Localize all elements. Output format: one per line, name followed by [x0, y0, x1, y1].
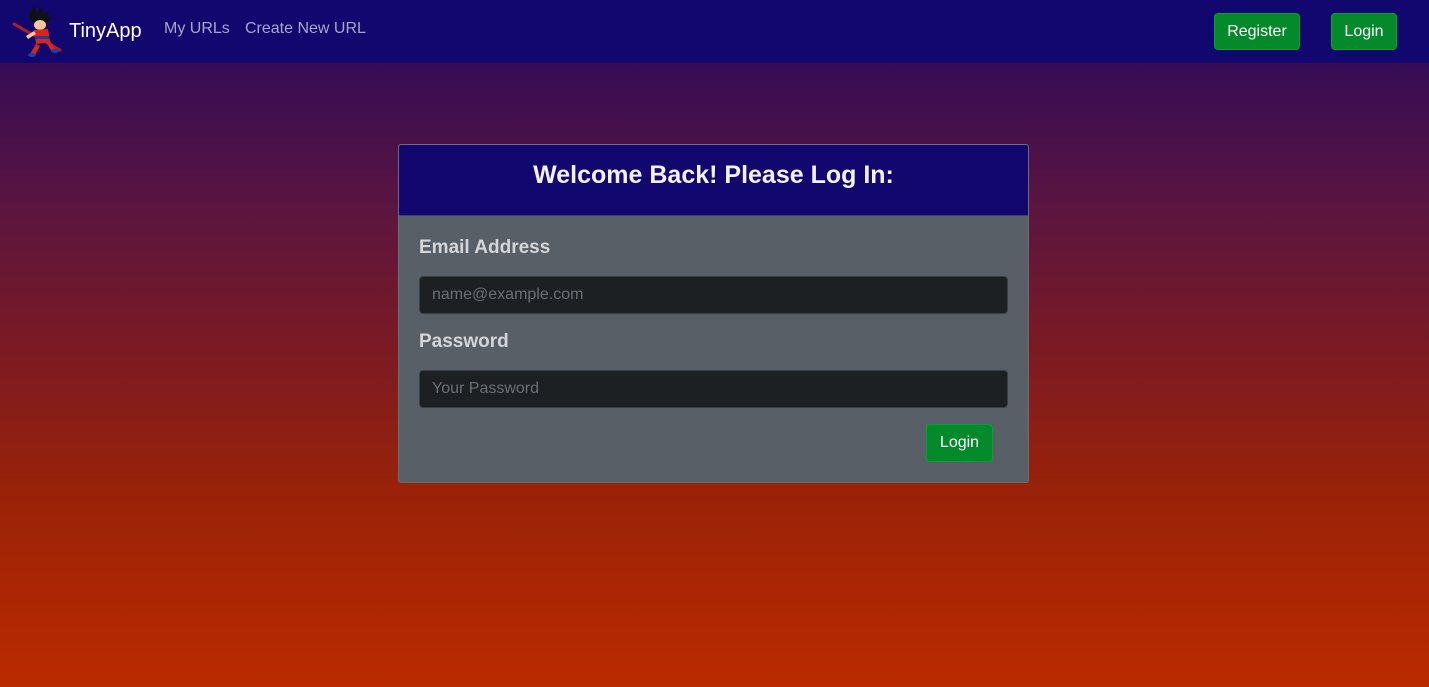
email-label: Email Address	[419, 237, 551, 258]
nav-link-create-new-url[interactable]: Create New URL	[245, 20, 366, 38]
nav-login-button[interactable]: Login	[1331, 13, 1397, 50]
goku-logo-icon	[12, 6, 62, 57]
nav-link-my-urls[interactable]: My URLs	[164, 20, 230, 38]
email-input[interactable]	[419, 276, 1008, 314]
login-card: Welcome Back! Please Log In: Email Addre…	[398, 144, 1029, 483]
register-button[interactable]: Register	[1214, 13, 1300, 50]
brand-name: TinyApp	[69, 19, 142, 42]
login-card-title: Welcome Back! Please Log In:	[533, 161, 894, 189]
brand-link[interactable]: TinyApp	[12, 4, 142, 58]
password-label: Password	[419, 331, 509, 352]
top-navbar: TinyApp My URLs Create New URL Register …	[0, 0, 1429, 63]
password-input[interactable]	[419, 370, 1008, 408]
login-submit-button[interactable]: Login	[926, 424, 993, 462]
login-card-header: Welcome Back! Please Log In:	[399, 145, 1028, 216]
